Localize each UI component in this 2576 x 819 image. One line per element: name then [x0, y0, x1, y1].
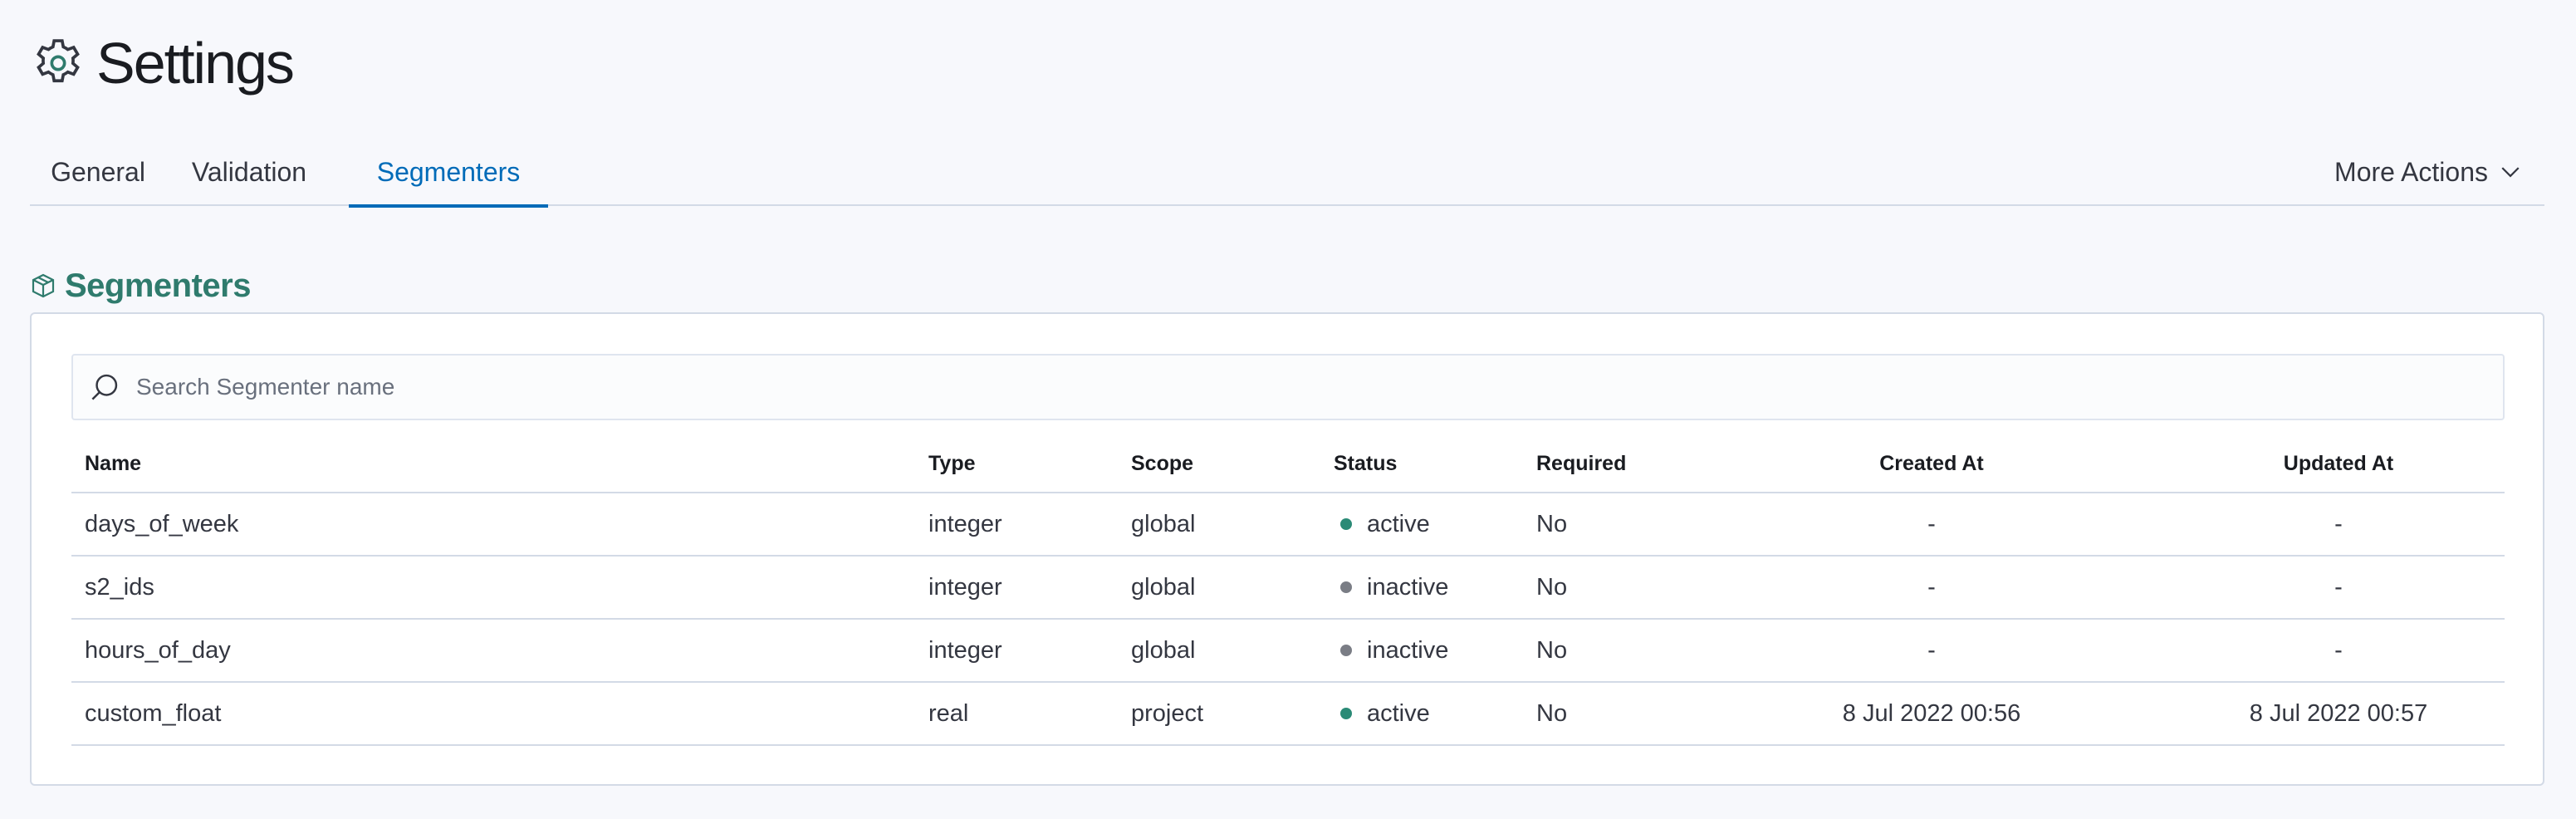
- cell-updated-at: -: [2334, 636, 2343, 664]
- cell-created-at: -: [1927, 636, 1936, 664]
- cell-type: integer: [928, 636, 1002, 664]
- status-dot-icon: [1340, 518, 1352, 530]
- column-header-created-at[interactable]: Created At: [1732, 435, 2131, 492]
- cell-status: inactive: [1334, 557, 1533, 618]
- cell-scope: global: [1131, 636, 1196, 664]
- column-header-type[interactable]: Type: [928, 435, 1119, 492]
- status-label: active: [1367, 510, 1430, 537]
- column-header-required[interactable]: Required: [1536, 435, 1702, 492]
- cube-icon: [32, 273, 55, 298]
- tab-segmenters[interactable]: Segmenters: [349, 138, 548, 208]
- cell-created-at: -: [1927, 510, 1936, 537]
- cell-status: inactive: [1334, 620, 1533, 681]
- table-header-row: Name Type Scope Status Required Created …: [71, 435, 2505, 493]
- section-header: Segmenters: [30, 264, 251, 307]
- table-row[interactable]: days_of_week integer global active No - …: [71, 493, 2505, 557]
- segmenters-panel: Name Type Scope Status Required Created …: [30, 312, 2544, 786]
- search-icon: [91, 374, 118, 400]
- search-box[interactable]: [71, 354, 2505, 420]
- status-dot-icon: [1340, 645, 1352, 656]
- column-header-status[interactable]: Status: [1334, 435, 1533, 492]
- segmenters-table: Name Type Scope Status Required Created …: [71, 435, 2505, 746]
- cell-created-at: -: [1927, 573, 1936, 601]
- table-row[interactable]: custom_float real project active No 8 Ju…: [71, 683, 2505, 746]
- gear-icon: [37, 39, 80, 83]
- page-title: Settings: [96, 31, 295, 96]
- cell-required: No: [1536, 636, 1568, 664]
- column-header-updated-at[interactable]: Updated At: [2139, 435, 2538, 492]
- cell-name: hours_of_day: [85, 636, 231, 664]
- cell-name: s2_ids: [85, 573, 154, 601]
- cell-scope: project: [1131, 699, 1204, 727]
- cell-required: No: [1536, 510, 1568, 537]
- cell-name: days_of_week: [85, 510, 239, 537]
- more-actions-label: More Actions: [2334, 156, 2488, 187]
- status-dot-icon: [1340, 581, 1352, 593]
- cell-status: active: [1334, 493, 1533, 555]
- table-row[interactable]: s2_ids integer global inactive No - -: [71, 557, 2505, 620]
- cell-updated-at: -: [2334, 573, 2343, 601]
- table-row[interactable]: hours_of_day integer global inactive No …: [71, 620, 2505, 683]
- column-header-name[interactable]: Name: [85, 435, 832, 492]
- cell-required: No: [1536, 699, 1568, 727]
- cell-required: No: [1536, 573, 1568, 601]
- search-input[interactable]: [136, 374, 2378, 400]
- cell-updated-at: -: [2334, 510, 2343, 537]
- cell-type: integer: [928, 510, 1002, 537]
- status-label: inactive: [1367, 573, 1449, 601]
- cell-type: integer: [928, 573, 1002, 601]
- settings-page: Settings General Validation Segmenters M…: [30, 0, 2544, 819]
- section-title: Segmenters: [65, 267, 251, 304]
- tab-validation[interactable]: Validation: [166, 138, 332, 206]
- cell-name: custom_float: [85, 699, 222, 727]
- page-header: Settings: [30, 30, 295, 96]
- status-label: inactive: [1367, 636, 1449, 664]
- tab-bar: General Validation Segmenters More Actio…: [30, 138, 2544, 208]
- cell-created-at: 8 Jul 2022 00:56: [1842, 699, 2021, 727]
- cell-type: real: [928, 699, 969, 727]
- chevron-down-icon: [2501, 167, 2520, 178]
- status-dot-icon: [1340, 708, 1352, 719]
- tab-general[interactable]: General: [30, 138, 166, 206]
- cell-updated-at: 8 Jul 2022 00:57: [2249, 699, 2428, 727]
- more-actions-button[interactable]: More Actions: [2334, 138, 2521, 206]
- cell-scope: global: [1131, 510, 1196, 537]
- cell-scope: global: [1131, 573, 1196, 601]
- status-label: active: [1367, 699, 1430, 727]
- column-header-scope[interactable]: Scope: [1131, 435, 1322, 492]
- cell-status: active: [1334, 683, 1533, 744]
